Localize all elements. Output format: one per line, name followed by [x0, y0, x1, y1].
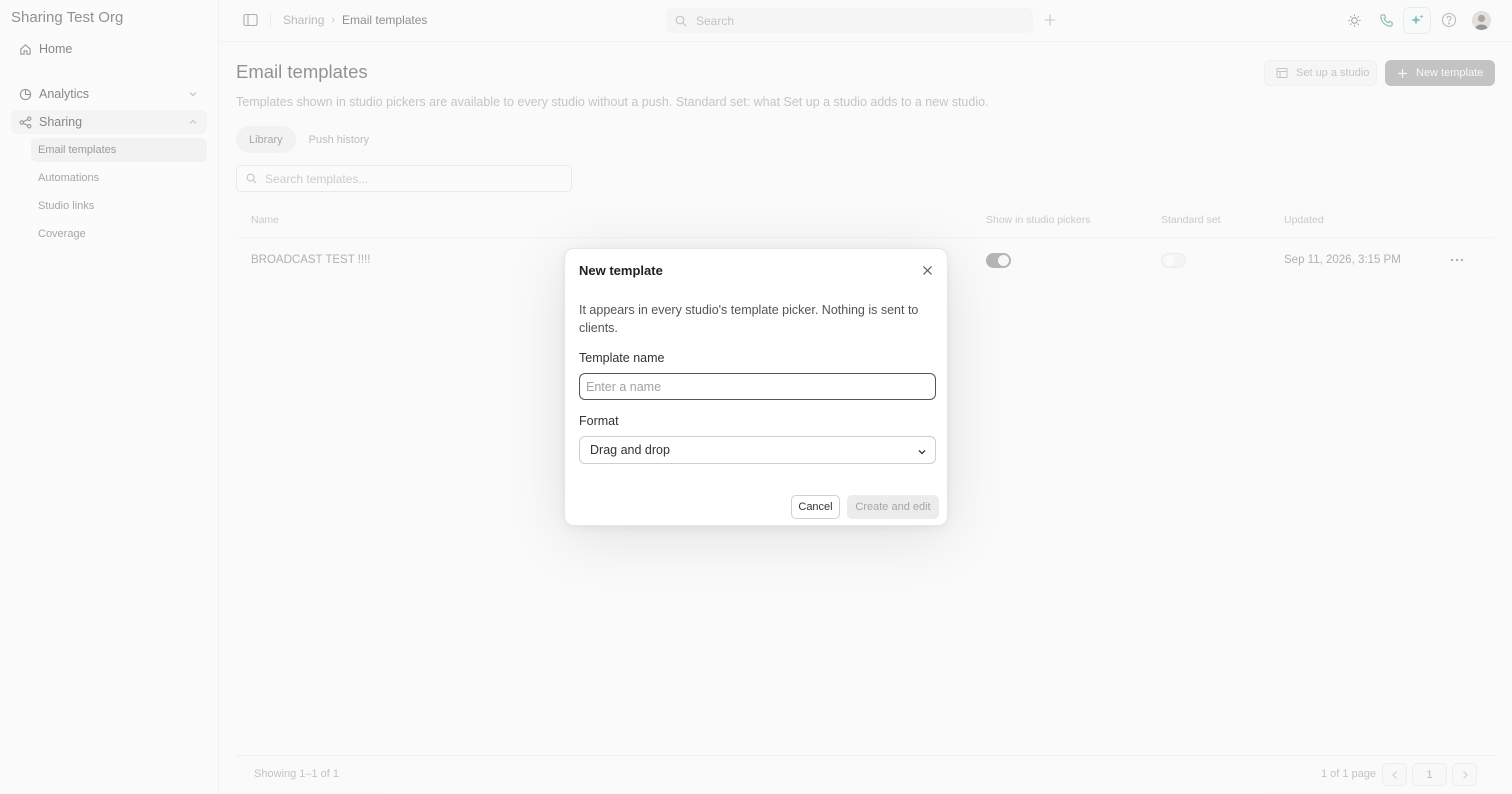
template-name-label: Template name: [579, 351, 665, 365]
chevron-down-icon: [917, 446, 927, 456]
format-label: Format: [579, 414, 619, 428]
format-selected-value: Drag and drop: [590, 443, 670, 457]
dialog-title: New template: [579, 263, 663, 278]
cancel-button[interactable]: Cancel: [791, 495, 840, 519]
template-name-input[interactable]: [579, 373, 936, 400]
new-template-dialog: New template It appears in every studio'…: [564, 248, 948, 526]
close-icon[interactable]: [922, 263, 934, 275]
dialog-description: It appears in every studio's template pi…: [579, 303, 919, 335]
create-and-edit-button[interactable]: Create and edit: [847, 495, 939, 519]
format-select[interactable]: Drag and drop: [579, 436, 936, 464]
